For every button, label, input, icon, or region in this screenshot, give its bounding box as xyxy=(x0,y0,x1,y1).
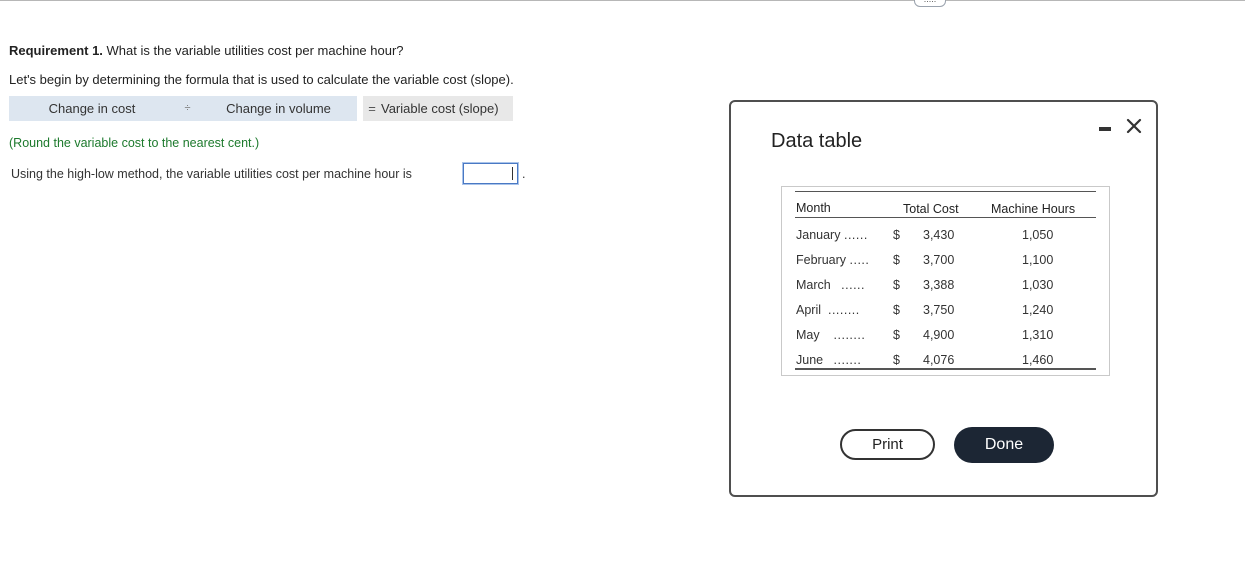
month-label: June xyxy=(796,353,824,367)
leader-dots: ........ xyxy=(833,328,866,342)
machine-hours-value: 1,050 xyxy=(1022,228,1054,242)
expand-handle[interactable]: ..... xyxy=(914,0,946,7)
dialog-title: Data table xyxy=(771,130,863,152)
currency-symbol: $ xyxy=(893,328,900,342)
data-table-dialog: Data table Month Total Cost Machine Hour… xyxy=(729,100,1158,497)
leader-dots: ..... xyxy=(849,253,870,267)
header-month: Month xyxy=(796,201,831,215)
total-cost-value: 3,388 xyxy=(923,278,955,292)
leader-dots: ........ xyxy=(827,303,860,317)
formula-result-variable-cost: Variable cost (slope) xyxy=(381,96,513,121)
machine-hours-value: 1,030 xyxy=(1022,278,1054,292)
formula-term-change-in-cost: Change in cost xyxy=(9,96,175,121)
total-cost-value: 3,750 xyxy=(923,303,955,317)
leader-dots: ....... xyxy=(833,353,862,367)
currency-symbol: $ xyxy=(893,303,900,317)
total-cost-value: 3,430 xyxy=(923,228,955,242)
total-cost-value: 4,900 xyxy=(923,328,955,342)
month-label: April xyxy=(796,303,822,317)
requirement-question: Requirement 1. What is the variable util… xyxy=(9,43,404,58)
total-cost-value: 3,700 xyxy=(923,253,955,267)
currency-symbol: $ xyxy=(893,353,900,367)
month-label: February xyxy=(796,253,847,267)
answer-prompt: Using the high-low method, the variable … xyxy=(11,167,412,181)
minimize-icon[interactable] xyxy=(1099,120,1112,134)
top-divider xyxy=(0,0,1245,1)
header-total-cost: Total Cost xyxy=(903,202,959,216)
month-label: May xyxy=(796,328,820,342)
divide-symbol: ÷ xyxy=(175,96,200,121)
month-label: March xyxy=(796,278,831,292)
requirement-label: Requirement 1. xyxy=(9,43,103,58)
equals-symbol: = xyxy=(363,96,381,121)
machine-hours-value: 1,240 xyxy=(1022,303,1054,317)
text-caret xyxy=(512,167,513,180)
machine-hours-value: 1,310 xyxy=(1022,328,1054,342)
table-top-rule xyxy=(795,191,1096,192)
variable-cost-input[interactable] xyxy=(463,163,518,184)
machine-hours-value: 1,460 xyxy=(1022,353,1054,367)
leader-dots: ...... xyxy=(843,228,868,242)
table-header-rule xyxy=(795,217,1096,218)
close-icon[interactable] xyxy=(1125,117,1143,135)
table-bottom-rule xyxy=(795,368,1096,370)
machine-hours-value: 1,100 xyxy=(1022,253,1054,267)
intro-text: Let's begin by determining the formula t… xyxy=(9,72,514,87)
total-cost-value: 4,076 xyxy=(923,353,955,367)
currency-symbol: $ xyxy=(893,228,900,242)
requirement-text: What is the variable utilities cost per … xyxy=(102,43,404,58)
print-button[interactable]: Print xyxy=(840,429,935,460)
leader-dots: ...... xyxy=(841,278,865,292)
currency-symbol: $ xyxy=(893,278,900,292)
month-label: January xyxy=(796,228,841,242)
sentence-period: . xyxy=(522,167,526,181)
cost-data-table: Month Total Cost Machine Hours January .… xyxy=(781,186,1110,376)
done-button[interactable]: Done xyxy=(954,427,1054,463)
rounding-instruction: (Round the variable cost to the nearest … xyxy=(9,136,260,150)
header-machine-hours: Machine Hours xyxy=(991,202,1076,216)
formula-term-change-in-volume: Change in volume xyxy=(200,96,357,121)
currency-symbol: $ xyxy=(893,253,900,267)
